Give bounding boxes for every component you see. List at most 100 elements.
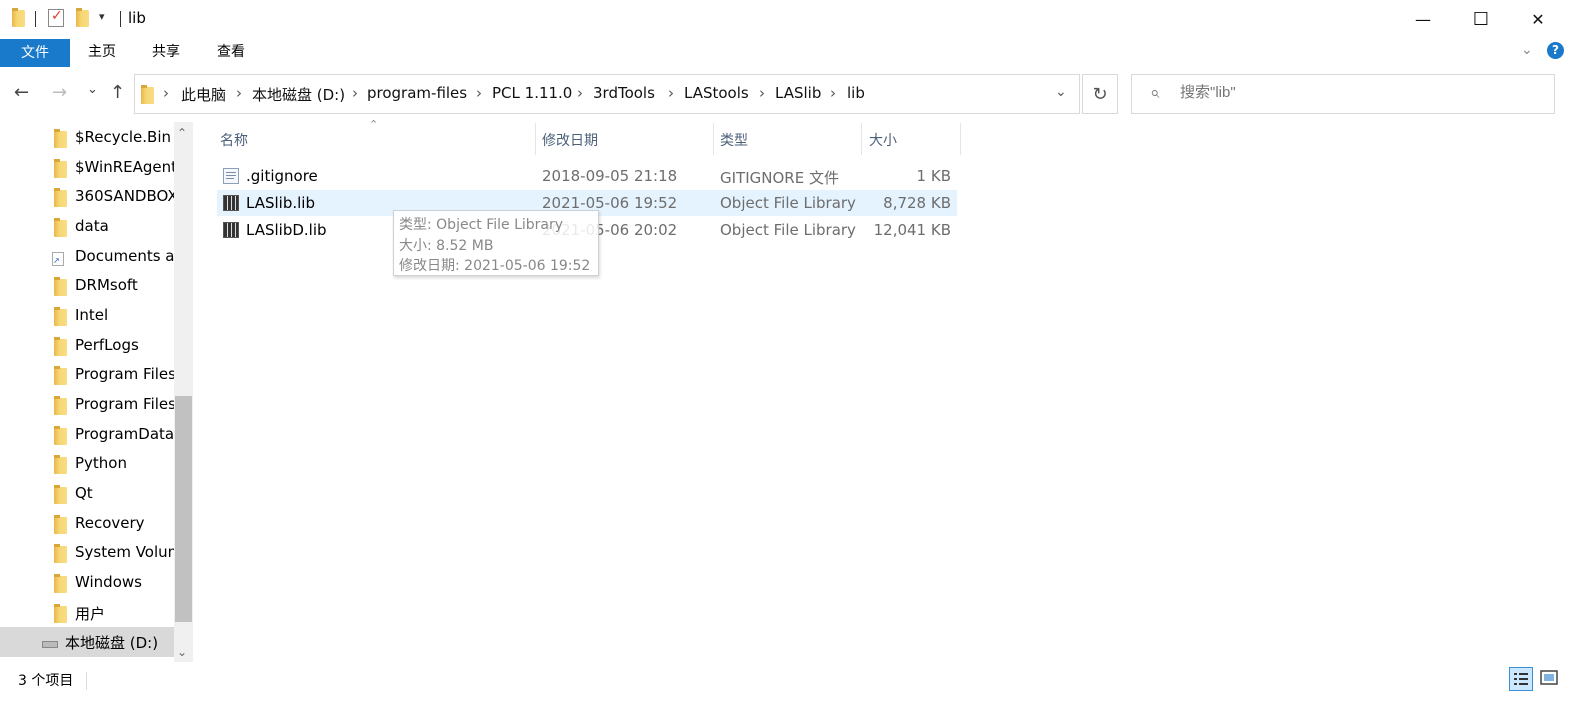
breadcrumb-program-files[interactable]: program-files (367, 84, 467, 102)
sidebar-item-label: 360SANDBOX (75, 187, 175, 205)
file-type: GITIGNORE 文件 (720, 169, 839, 187)
details-view-button[interactable] (1509, 667, 1533, 691)
drive-icon (42, 641, 58, 648)
sidebar-item-label: Qt (75, 484, 93, 502)
divider (35, 11, 36, 27)
sidebar-item[interactable]: $Recycle.Bin (0, 123, 174, 153)
folder-icon (54, 515, 67, 534)
expand-ribbon-icon[interactable]: ⌄ (1521, 42, 1533, 58)
column-header-name[interactable]: 名称 (220, 130, 248, 150)
maximize-button[interactable]: ☐ (1452, 0, 1510, 38)
chevron-right-icon[interactable]: › (163, 84, 169, 102)
chevron-down-icon[interactable]: ⌄ (1055, 84, 1067, 100)
column-header-modified[interactable]: 修改日期 (542, 130, 598, 150)
folder-icon (54, 544, 67, 563)
library-file-icon (223, 195, 239, 211)
folder-icon (54, 366, 67, 385)
breadcrumb-laslib[interactable]: LASlib (775, 84, 821, 102)
tooltip-type: 类型: Object File Library (399, 217, 564, 233)
properties-icon[interactable]: ✓ (48, 8, 64, 27)
sidebar-item[interactable]: 360SANDBOX (0, 182, 175, 212)
breadcrumb-drive-d[interactable]: 本地磁盘 (D:) (252, 84, 345, 105)
file-size: 12,041 KB (873, 221, 951, 239)
close-button[interactable]: ✕ (1509, 0, 1567, 38)
sidebar-item[interactable]: ProgramData (0, 420, 174, 450)
back-button[interactable]: ← (14, 82, 29, 103)
search-box[interactable]: ⌕ (1131, 74, 1555, 114)
navigation-pane: $Recycle.Bin $WinREAgent 360SANDBOX data… (0, 122, 196, 662)
sidebar-item[interactable]: $WinREAgent (0, 153, 175, 183)
sidebar-item[interactable]: Qt (0, 479, 174, 509)
up-button[interactable]: ↑ (110, 82, 125, 103)
chevron-right-icon[interactable]: › (759, 84, 765, 102)
sidebar-item[interactable]: Windows (0, 568, 174, 598)
sidebar-item[interactable]: Recovery (0, 509, 174, 539)
divider (120, 11, 121, 27)
column-header-size[interactable]: 大小 (869, 130, 897, 150)
tab-file[interactable]: 文件 (0, 39, 70, 67)
ribbon-tabs: 文件 主页 共享 查看 ⌄ ? (0, 38, 1584, 68)
recent-locations-button[interactable]: ⌄ (87, 82, 98, 97)
large-icons-view-button[interactable] (1538, 667, 1562, 691)
sidebar-item[interactable]: Program Files (x86) (0, 390, 175, 420)
title-bar: ✓ ▾ lib — ☐ ✕ (0, 0, 1584, 38)
folder-icon (54, 426, 67, 445)
sidebar-item[interactable]: Program Files (0, 360, 175, 390)
column-divider[interactable] (960, 123, 961, 155)
tab-view[interactable]: 查看 (215, 38, 247, 66)
column-header-type[interactable]: 类型 (720, 130, 748, 150)
folder-icon (141, 85, 154, 104)
sidebar-scroll-thumb[interactable] (175, 396, 192, 622)
sidebar-item-label: ProgramData (75, 425, 175, 443)
breadcrumb-lib[interactable]: lib (847, 84, 865, 102)
large-icons-view-icon (1540, 670, 1558, 685)
column-divider[interactable] (713, 123, 714, 155)
scroll-up-arrow-icon[interactable]: ⌃ (177, 126, 187, 140)
chevron-right-icon[interactable]: › (830, 84, 836, 102)
status-bar: 3 个项目 (0, 664, 1584, 702)
folder-icon (54, 159, 67, 178)
sidebar-item[interactable]: DRMsoft (0, 271, 174, 301)
sidebar-item[interactable]: System Volume Information (0, 538, 175, 568)
folder-icon (54, 218, 67, 237)
sidebar-item[interactable]: PerfLogs (0, 331, 174, 361)
sidebar-item[interactable]: Python (0, 449, 174, 479)
column-divider[interactable] (861, 123, 862, 155)
item-count: 3 个项目 (18, 673, 74, 689)
sort-ascending-icon: ⌃ (369, 118, 379, 131)
chevron-right-icon[interactable]: › (577, 84, 583, 102)
sidebar-item[interactable]: data (0, 212, 174, 242)
breadcrumb-pcl[interactable]: PCL 1.11.0 (492, 84, 572, 102)
file-row[interactable]: .gitignore 2018-09-05 21:18 GITIGNORE 文件… (217, 163, 957, 189)
help-icon[interactable]: ? (1547, 42, 1564, 59)
scroll-down-arrow-icon[interactable]: ⌄ (177, 645, 187, 659)
search-input[interactable] (1180, 84, 1540, 101)
column-divider[interactable] (535, 123, 536, 155)
sidebar-item[interactable]: 用户 (0, 598, 174, 628)
sidebar-item[interactable]: Intel (0, 301, 174, 331)
breadcrumb-3rdtools[interactable]: 3rdTools (593, 84, 655, 102)
chevron-right-icon[interactable]: › (236, 84, 242, 102)
file-type: Object File Library (720, 194, 856, 212)
new-folder-icon[interactable] (76, 8, 89, 27)
library-file-icon (223, 222, 239, 238)
file-size: 1 KB (916, 167, 951, 185)
minimize-button[interactable]: — (1394, 0, 1452, 38)
file-type: Object File Library (720, 221, 856, 239)
sidebar-item-drive-d[interactable]: 本地磁盘 (D:) (0, 627, 174, 657)
chevron-right-icon[interactable]: › (668, 84, 674, 102)
chevron-right-icon[interactable]: › (476, 84, 482, 102)
sidebar-item-label: Program Files (75, 365, 175, 383)
window-title: lib (128, 9, 146, 27)
address-bar[interactable]: › 此电脑 › 本地磁盘 (D:) › program-files › PCL … (134, 74, 1080, 114)
refresh-button[interactable]: ↻ (1082, 74, 1118, 114)
tab-home[interactable]: 主页 (86, 38, 118, 66)
forward-button[interactable]: → (52, 82, 67, 103)
breadcrumb-this-pc[interactable]: 此电脑 (181, 84, 226, 105)
breadcrumb-lastools[interactable]: LAStools (684, 84, 749, 102)
tab-share[interactable]: 共享 (150, 38, 182, 66)
customize-toolbar-icon[interactable]: ▾ (99, 10, 105, 23)
chevron-right-icon[interactable]: › (352, 84, 358, 102)
sidebar-item-label: Windows (75, 573, 142, 591)
sidebar-item[interactable]: ↗ Documents and Settings (0, 242, 175, 272)
